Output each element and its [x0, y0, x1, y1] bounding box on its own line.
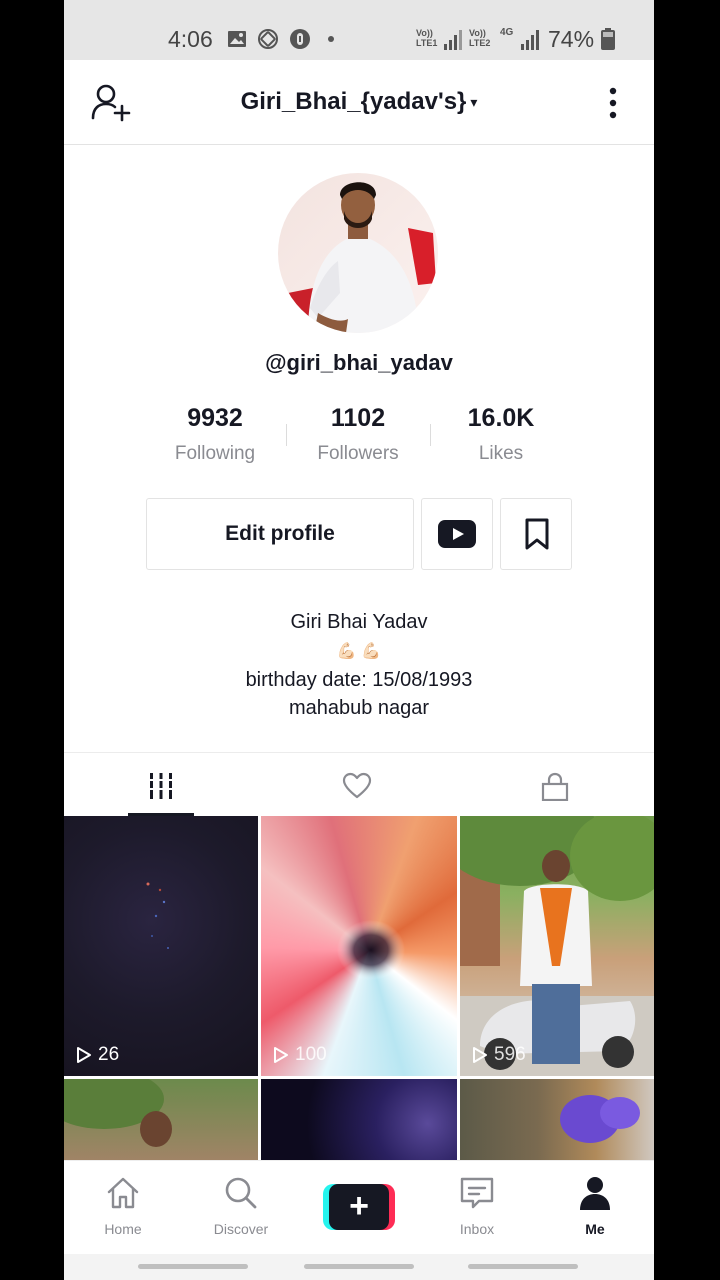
youtube-icon	[438, 520, 476, 548]
play-count: 26	[76, 1044, 119, 1066]
play-icon	[274, 1047, 288, 1063]
bio-name: Giri Bhai Yadav	[290, 611, 428, 633]
username: @giri_bhai_yadav	[265, 350, 453, 375]
bio: Giri Bhai Yadav 💪🏻 💪🏻 birthday date: 15/…	[64, 608, 654, 722]
bio-emojis: 💪🏻 💪🏻	[336, 643, 382, 660]
system-nav-home[interactable]	[304, 1264, 414, 1269]
dot-icon	[328, 36, 334, 42]
video-thumbnail[interactable]: 100	[261, 816, 457, 1076]
play-count-value: 26	[98, 1044, 120, 1065]
gallery-icon	[228, 31, 246, 47]
play-count: 100	[273, 1044, 327, 1066]
system-nav-back[interactable]	[138, 1264, 248, 1269]
data-saver-icon	[290, 29, 310, 49]
tab-private[interactable]	[458, 753, 654, 817]
video-thumbnail[interactable]	[460, 1079, 654, 1160]
play-icon	[473, 1047, 487, 1063]
tab-videos[interactable]	[64, 753, 260, 817]
signal-icon	[444, 30, 462, 50]
network-label-1: Vo)) LTE1	[416, 28, 438, 48]
status-time: 4:06	[168, 26, 213, 52]
content-tabs	[64, 752, 654, 816]
account-switcher[interactable]: Giri_Bhai_{yadav's} ▾	[64, 88, 654, 116]
youtube-button[interactable]	[421, 498, 493, 570]
video-thumbnail[interactable]: 26	[64, 816, 258, 1076]
thumbnail-image	[146, 882, 169, 949]
videos-grid-icon	[148, 773, 174, 799]
stat-followers[interactable]: 1102 Followers	[288, 404, 428, 465]
bookmark-icon	[525, 518, 549, 550]
stat-likes[interactable]: 16.0K Likes	[431, 404, 571, 465]
video-thumbnail[interactable]	[261, 1079, 457, 1160]
network-label-2: Vo)) LTE2	[469, 28, 491, 48]
nav-me-label: Me	[585, 1221, 605, 1237]
play-icon	[77, 1047, 91, 1063]
stat-followers-value: 1102	[330, 404, 386, 432]
play-count-value: 596	[494, 1044, 526, 1065]
nav-inbox-label: Inbox	[459, 1221, 495, 1237]
stat-following-value: 9932	[187, 404, 243, 432]
create-video-button[interactable]: +	[323, 1184, 395, 1230]
play-count-value: 100	[295, 1044, 327, 1065]
thumbnail-image	[460, 816, 654, 1076]
stat-following[interactable]: 9932 Following	[145, 404, 285, 465]
battery-icon	[601, 28, 615, 50]
lock-icon	[541, 772, 569, 801]
avatar[interactable]	[278, 173, 438, 333]
play-count: 596	[472, 1044, 526, 1066]
person-icon	[580, 1177, 610, 1210]
chevron-down-icon: ▾	[470, 94, 478, 111]
thumbnail-image	[64, 1079, 172, 1147]
video-grid: 26 100 596	[64, 816, 654, 1160]
stat-likes-value: 16.0K	[467, 404, 535, 432]
avatar-image	[278, 173, 438, 333]
video-thumbnail[interactable]	[64, 1079, 258, 1160]
rotation-lock-icon	[258, 29, 278, 49]
nav-me[interactable]: Me	[536, 1161, 654, 1255]
edit-profile-button[interactable]: Edit profile	[146, 498, 414, 570]
signal-icon	[521, 30, 539, 50]
nav-home-label: Home	[104, 1221, 142, 1237]
tab-liked[interactable]	[260, 753, 456, 817]
system-nav-bar	[64, 1254, 654, 1280]
thumbnail-image	[337, 920, 405, 980]
thumbnail-image	[560, 1095, 640, 1143]
nav-discover[interactable]: Discover	[182, 1161, 300, 1255]
stat-followers-label: Followers	[317, 443, 399, 464]
nav-home[interactable]: Home	[64, 1161, 182, 1255]
bio-location: mahabub nagar	[288, 697, 430, 719]
network-4g-label: 4G	[500, 27, 514, 38]
bottom-nav: Home Discover + Inbox Me	[64, 1160, 654, 1254]
nav-inbox[interactable]: Inbox	[418, 1161, 536, 1255]
more-options-icon[interactable]	[602, 84, 624, 124]
stat-divider	[286, 424, 287, 446]
profile-header: Giri_Bhai_{yadav's} ▾	[64, 60, 654, 145]
system-nav-recents[interactable]	[468, 1264, 578, 1269]
favorites-button[interactable]	[500, 498, 572, 570]
status-bar: 4:06 Vo)) LTE1 Vo)) LTE2 4G 74%	[64, 0, 654, 60]
stat-following-label: Following	[174, 443, 256, 464]
search-icon	[225, 1177, 257, 1209]
battery-percent: 74%	[548, 26, 595, 52]
nav-discover-label: Discover	[213, 1221, 269, 1237]
stat-likes-label: Likes	[478, 443, 524, 464]
home-icon	[107, 1177, 139, 1209]
video-thumbnail[interactable]: 596	[460, 816, 654, 1076]
phone-screen: 4:06 Vo)) LTE1 Vo)) LTE2 4G 74% Giri_Bhai_…	[64, 0, 654, 1280]
plus-icon: +	[329, 1184, 389, 1230]
heart-icon	[342, 772, 372, 799]
bio-birthday: birthday date: 15/08/1993	[245, 669, 473, 691]
account-name: Giri_Bhai_{yadav's}	[240, 88, 467, 115]
inbox-icon	[460, 1177, 494, 1209]
